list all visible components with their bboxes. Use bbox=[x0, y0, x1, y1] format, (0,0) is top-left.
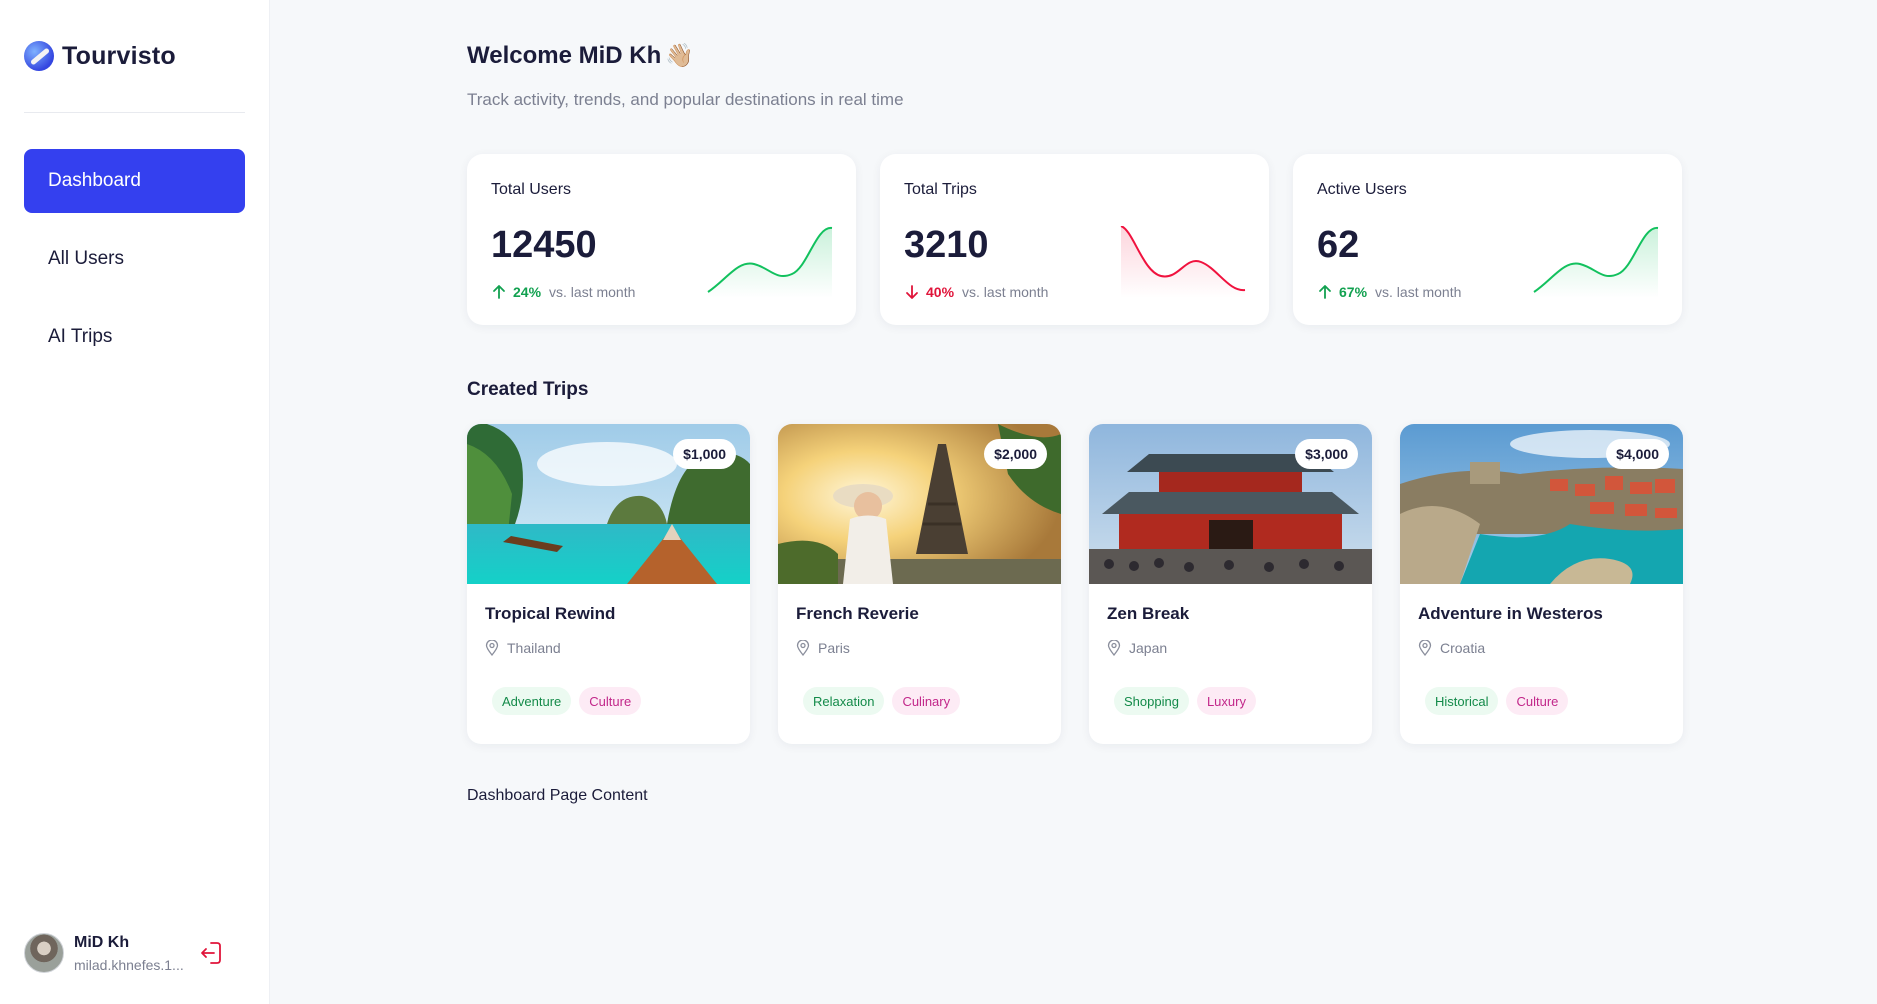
user-name: MiD Kh bbox=[74, 933, 130, 951]
stat-change-label: vs. last month bbox=[962, 284, 1049, 300]
trip-name: French Reverie bbox=[796, 604, 919, 623]
user-profile: MiD Kh milad.khnefes.1... bbox=[24, 932, 254, 974]
trip-location-text: Croatia bbox=[1440, 640, 1486, 656]
trip-location-text: Thailand bbox=[507, 640, 561, 656]
trip-location: Croatia bbox=[1418, 640, 1485, 656]
stat-change: 24% vs. last month bbox=[491, 284, 635, 300]
trip-image: $3,000 bbox=[1089, 424, 1372, 584]
stat-change-percent: 40% bbox=[926, 284, 955, 300]
trip-name: Tropical Rewind bbox=[485, 604, 616, 623]
tag: Culinary bbox=[892, 687, 961, 715]
trip-image: $2,000 bbox=[778, 424, 1061, 584]
sidebar-item-ai-trips[interactable]: AI Trips bbox=[24, 305, 245, 369]
welcome-text: Welcome MiD Kh bbox=[467, 42, 662, 69]
sidebar-nav: Dashboard All Users AI Trips bbox=[24, 149, 245, 383]
trip-card-french-reverie[interactable]: $2,000 French Reverie Paris Relaxation C… bbox=[778, 424, 1061, 744]
trip-tags: Relaxation Culinary bbox=[803, 687, 961, 715]
brand[interactable]: Tourvisto bbox=[24, 40, 176, 72]
trip-location-text: Japan bbox=[1129, 640, 1168, 656]
stat-title: Active Users bbox=[1317, 181, 1407, 198]
sparkline-up bbox=[707, 227, 833, 298]
stat-value: 62 bbox=[1317, 224, 1360, 266]
price-badge: $3,000 bbox=[1295, 439, 1358, 469]
page-content-text: Dashboard Page Content bbox=[467, 787, 648, 804]
section-title-created-trips: Created Trips bbox=[467, 379, 589, 400]
location-pin-icon bbox=[796, 640, 810, 656]
stat-title: Total Trips bbox=[904, 181, 977, 198]
page-title: Welcome MiD Kh 👋🏼 bbox=[467, 42, 694, 70]
stat-change-percent: 67% bbox=[1339, 284, 1368, 300]
price-badge: $1,000 bbox=[673, 439, 736, 469]
trip-name: Adventure in Westeros bbox=[1418, 604, 1603, 623]
tag: Historical bbox=[1425, 687, 1499, 715]
trip-tags: Historical Culture bbox=[1425, 687, 1569, 715]
trip-image: $1,000 bbox=[467, 424, 750, 584]
price-badge: $4,000 bbox=[1606, 439, 1669, 469]
tag: Adventure bbox=[492, 687, 572, 715]
trip-name: Zen Break bbox=[1107, 604, 1190, 623]
stat-value: 12450 bbox=[491, 224, 597, 266]
trip-tags: Shopping Luxury bbox=[1114, 687, 1256, 715]
sidebar: Tourvisto Dashboard All Users AI Trips M… bbox=[0, 0, 270, 1004]
sparkline-up bbox=[1533, 227, 1659, 298]
tag: Culture bbox=[579, 687, 642, 715]
trip-card-zen-break[interactable]: $3,000 Zen Break Japan Shopping Luxury bbox=[1089, 424, 1372, 744]
trip-tags: Adventure Culture bbox=[492, 687, 642, 715]
trip-location: Thailand bbox=[485, 640, 561, 656]
page-subtitle: Track activity, trends, and popular dest… bbox=[467, 90, 904, 109]
location-pin-icon bbox=[1418, 640, 1432, 656]
tag: Culture bbox=[1506, 687, 1569, 715]
wave-emoji: 👋🏼 bbox=[665, 42, 694, 68]
location-pin-icon bbox=[485, 640, 499, 656]
arrow-down-icon bbox=[906, 285, 918, 299]
trip-location-text: Paris bbox=[818, 640, 850, 656]
brand-name: Tourvisto bbox=[62, 41, 176, 70]
globe-plane-icon bbox=[24, 41, 54, 71]
trip-card-adventure-in-westeros[interactable]: $4,000 Adventure in Westeros Croatia His… bbox=[1400, 424, 1683, 744]
stat-card-active-users: Active Users 62 67% vs. last month bbox=[1293, 154, 1682, 325]
tag: Shopping bbox=[1114, 687, 1189, 715]
stat-change-label: vs. last month bbox=[1375, 284, 1462, 300]
location-pin-icon bbox=[1107, 640, 1121, 656]
avatar bbox=[24, 933, 64, 973]
stat-change-percent: 24% bbox=[513, 284, 542, 300]
user-email: milad.khnefes.1... bbox=[74, 956, 184, 973]
price-badge: $2,000 bbox=[984, 439, 1047, 469]
trip-location: Japan bbox=[1107, 640, 1167, 656]
tag: Luxury bbox=[1196, 687, 1256, 715]
sidebar-divider bbox=[24, 112, 245, 113]
arrow-up-icon bbox=[493, 285, 505, 299]
trip-location: Paris bbox=[796, 640, 850, 656]
stat-title: Total Users bbox=[491, 181, 572, 198]
stat-card-total-trips: Total Trips 3210 40% vs. last month bbox=[880, 154, 1269, 325]
sidebar-item-all-users[interactable]: All Users bbox=[24, 227, 245, 291]
tag: Relaxation bbox=[803, 687, 885, 715]
arrow-up-icon bbox=[1319, 285, 1331, 299]
stat-card-total-users: Total Users 12450 24% vs. last month bbox=[467, 154, 856, 325]
stat-change-label: vs. last month bbox=[549, 284, 636, 300]
stat-change: 40% vs. last month bbox=[904, 284, 1048, 300]
stat-value: 3210 bbox=[904, 224, 989, 266]
stat-change: 67% vs. last month bbox=[1317, 284, 1461, 300]
logout-icon[interactable] bbox=[198, 940, 224, 966]
sparkline-down bbox=[1120, 226, 1246, 298]
sidebar-item-dashboard[interactable]: Dashboard bbox=[24, 149, 245, 213]
trip-card-tropical-rewind[interactable]: $1,000 Tropical Rewind Thailand Adventur… bbox=[467, 424, 750, 744]
trip-image: $4,000 bbox=[1400, 424, 1683, 584]
